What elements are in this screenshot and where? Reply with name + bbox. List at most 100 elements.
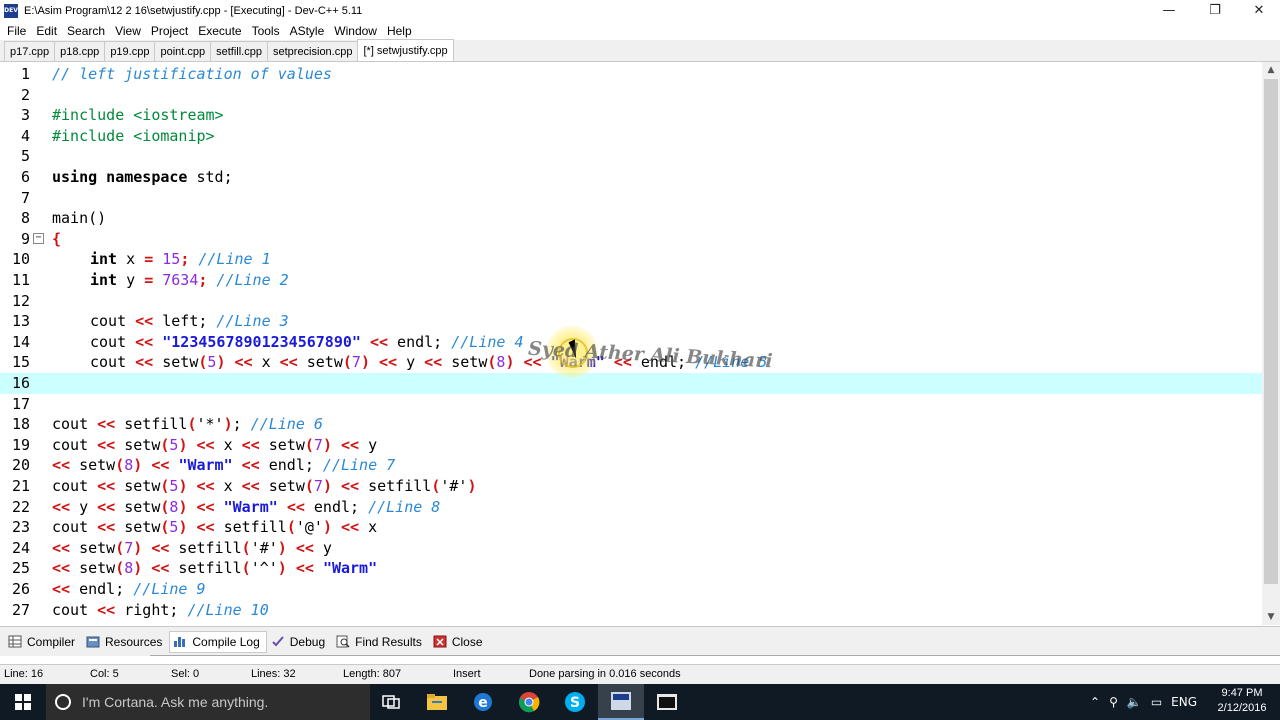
- clock-time: 9:47 PM: [1221, 687, 1263, 699]
- menu-view[interactable]: View: [111, 24, 147, 38]
- comment-token: //Line 7: [313, 456, 396, 475]
- operator-token: <<: [286, 497, 305, 516]
- cortana-search-box[interactable]: I'm Cortana. Ask me anything.: [46, 684, 370, 720]
- code-text: cout << right; //Line 10: [52, 600, 269, 621]
- task-view-icon[interactable]: [368, 684, 414, 720]
- operator-token: ): [467, 477, 477, 495]
- tab-setprecision[interactable]: setprecision.cpp: [266, 41, 359, 61]
- notification-icon[interactable]: ▭: [1151, 695, 1162, 709]
- comment-token: //Line 9: [124, 580, 206, 598]
- scrollbar-thumb[interactable]: [1264, 79, 1278, 584]
- menu-window[interactable]: Window: [330, 24, 383, 38]
- comment-token: //Line 1: [189, 250, 271, 269]
- devcpp-icon[interactable]: [598, 684, 644, 720]
- menu-execute[interactable]: Execute: [194, 24, 247, 38]
- string-token: "Warm": [178, 456, 233, 475]
- operator-token: <<: [52, 497, 71, 516]
- menu-edit[interactable]: Edit: [32, 24, 63, 38]
- tab-p17[interactable]: p17.cpp: [4, 41, 56, 61]
- code-text: main(): [52, 209, 107, 228]
- language-indicator[interactable]: ENG: [1171, 695, 1197, 709]
- console-icon[interactable]: [644, 684, 690, 720]
- tab-resources[interactable]: Resources: [82, 631, 169, 653]
- operator-token: ): [322, 435, 332, 454]
- line-number: 21: [11, 477, 30, 495]
- edge-icon[interactable]: e: [460, 684, 506, 720]
- grid-icon: [8, 635, 22, 648]
- restore-button[interactable]: ❐: [1192, 0, 1238, 21]
- tab-compiler[interactable]: Compiler: [4, 631, 82, 653]
- line-number: 6: [20, 168, 30, 186]
- status-mode: Insert: [453, 668, 481, 680]
- scroll-down-icon[interactable]: ▼: [1262, 609, 1280, 625]
- status-sel: Sel: 0: [171, 668, 200, 680]
- start-button[interactable]: [0, 684, 46, 720]
- menu-help[interactable]: Help: [383, 24, 418, 38]
- minimize-button[interactable]: —: [1146, 0, 1192, 21]
- line-number: 17: [11, 394, 30, 413]
- code-line: 10 int x = 15; //Line 1: [0, 249, 1262, 270]
- scroll-up-icon[interactable]: ▲: [1262, 62, 1280, 78]
- operator-token: <<: [97, 435, 116, 454]
- network-icon[interactable]: ⚲: [1109, 695, 1118, 709]
- tab-point[interactable]: point.cpp: [154, 41, 212, 61]
- menu-project[interactable]: Project: [147, 24, 194, 38]
- code-line: 19 cout << setw(5) << x << setw(7) << y: [0, 435, 1262, 456]
- code-token: x: [252, 353, 280, 372]
- menu-search[interactable]: Search: [63, 24, 111, 38]
- line-number: 3: [20, 106, 30, 125]
- tab-debug[interactable]: Debug: [267, 631, 332, 653]
- line-number: 20: [11, 456, 30, 475]
- close-window-button[interactable]: ✕: [1236, 0, 1280, 21]
- tab-p18[interactable]: p18.cpp: [54, 41, 106, 61]
- volume-icon[interactable]: 🔈: [1127, 695, 1142, 709]
- menu-tools[interactable]: Tools: [248, 24, 286, 38]
- tab-setfill[interactable]: setfill.cpp: [210, 41, 268, 61]
- menu-file[interactable]: File: [3, 24, 32, 38]
- vertical-scrollbar[interactable]: ▲ ▼: [1262, 62, 1280, 625]
- operator-token: <<: [369, 332, 389, 351]
- clock[interactable]: 9:47 PM 2/12/2016: [1212, 686, 1272, 716]
- code-token: setw: [115, 518, 161, 537]
- comment-token: //Line 6: [241, 415, 323, 434]
- code-token: cout: [52, 415, 98, 434]
- fold-collapse-icon[interactable]: −: [33, 232, 44, 244]
- operator-token: (: [115, 456, 125, 475]
- tab-close[interactable]: Close: [429, 631, 490, 653]
- operator-token: <<: [151, 538, 170, 557]
- comment-token: //Line 2: [207, 271, 289, 289]
- status-bar: Line: 16 Col: 5 Sel: 0 Lines: 32 Length:…: [0, 664, 1280, 684]
- menu-astyle[interactable]: AStyle: [286, 24, 331, 38]
- svg-text:e: e: [478, 695, 488, 711]
- line-number: 25: [11, 559, 30, 578]
- tab-label: Resources: [105, 634, 163, 649]
- code-text: << y << setw(8) << "Warm" << endl; //Lin…: [52, 497, 440, 518]
- show-hidden-icons-icon[interactable]: ⌃: [1090, 695, 1100, 709]
- file-explorer-icon[interactable]: [414, 684, 460, 720]
- skype-icon[interactable]: S: [552, 684, 598, 720]
- status-col: Col: 5: [90, 668, 119, 680]
- panel-splitter[interactable]: [150, 655, 1280, 658]
- code-token: setw: [259, 435, 305, 454]
- status-line: Line: 16: [4, 668, 44, 680]
- chrome-icon[interactable]: [506, 684, 552, 720]
- comment-token: //Line 10: [178, 600, 269, 619]
- tab-compile-log[interactable]: Compile Log: [169, 630, 267, 653]
- code-token: setw: [442, 353, 488, 372]
- code-token: cout: [52, 435, 98, 454]
- cortana-icon: [55, 694, 71, 710]
- code-line: 26 << endl; //Line 9: [0, 579, 1262, 600]
- tab-setwjustify[interactable]: [*] setwjustify.cpp: [357, 39, 454, 61]
- operator-token: ): [133, 538, 143, 557]
- tab-find-results[interactable]: Find Results: [332, 631, 429, 653]
- line-number: 23: [11, 518, 30, 537]
- operator-token: <<: [97, 415, 116, 434]
- tab-p19[interactable]: p19.cpp: [104, 41, 156, 61]
